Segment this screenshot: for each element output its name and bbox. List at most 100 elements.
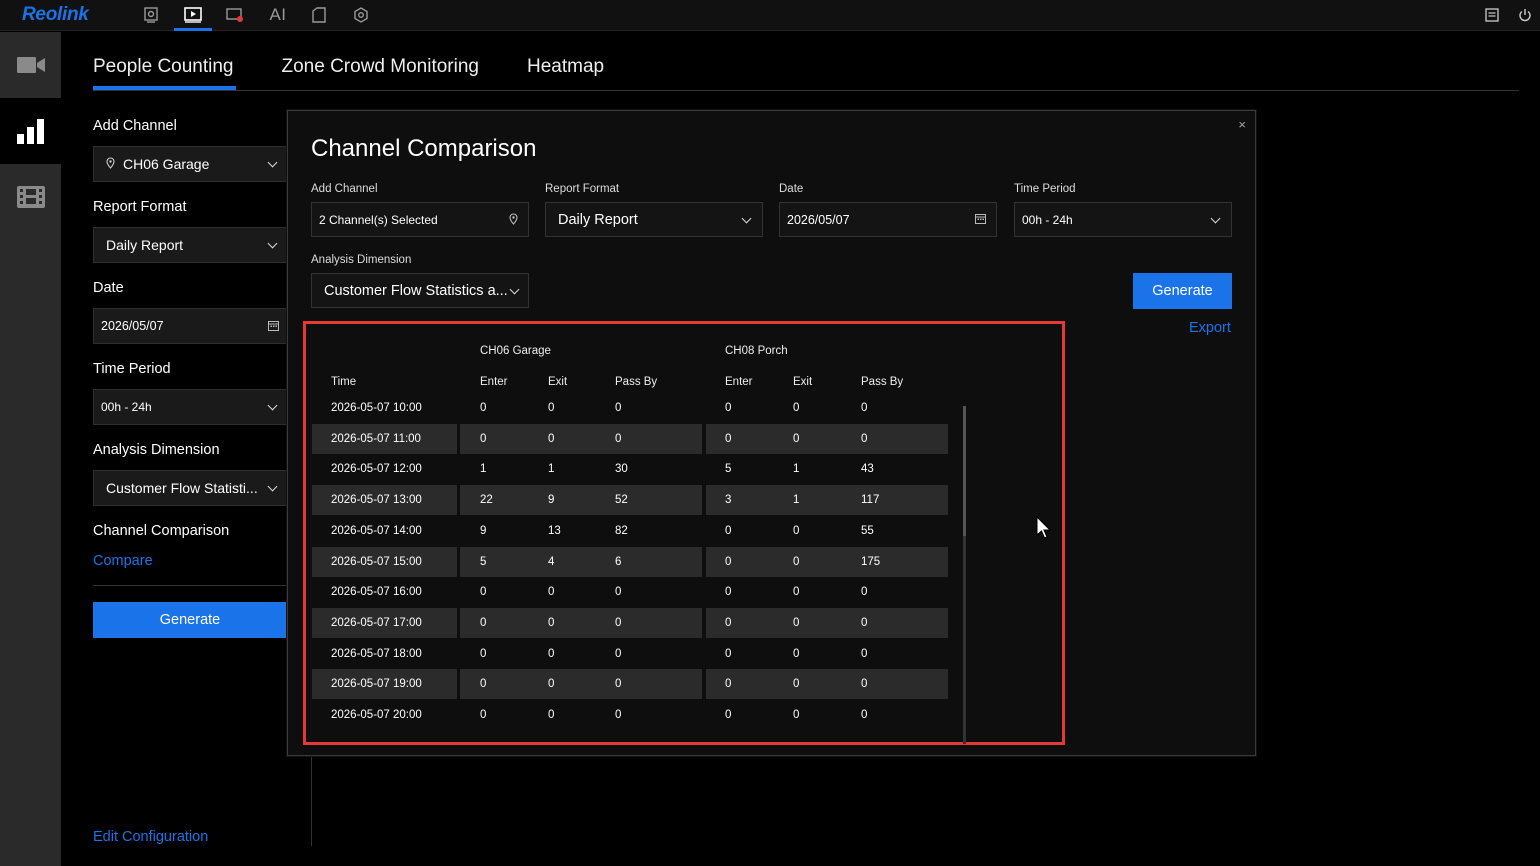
chevron-down-icon bbox=[267, 400, 278, 411]
cell-ch06-pass-by: 0 bbox=[615, 432, 622, 445]
cell-time: 2026-05-07 13:00 bbox=[331, 494, 422, 507]
tab-heatmap[interactable]: Heatmap bbox=[527, 56, 604, 88]
modal-add-channel-value: 2 Channel(s) Selected bbox=[319, 212, 438, 227]
cell-time: 2026-05-07 11:00 bbox=[331, 432, 421, 445]
time-period-select[interactable]: 00h - 24h bbox=[93, 389, 287, 425]
row-stripe bbox=[460, 669, 702, 700]
alarm-icon[interactable] bbox=[219, 4, 251, 26]
row-stripe bbox=[706, 485, 948, 516]
modal-add-channel-label: Add Channel bbox=[311, 183, 378, 195]
cell-ch06-enter: 0 bbox=[480, 709, 487, 721]
cell-ch08-pass-by: 175 bbox=[861, 555, 881, 568]
sidebar-divider bbox=[93, 585, 287, 586]
cell-time: 2026-05-07 19:00 bbox=[331, 678, 422, 691]
channel-comparison-label: Channel Comparison bbox=[93, 523, 230, 539]
cell-ch06-pass-by: 52 bbox=[615, 494, 628, 507]
analysis-dimension-select[interactable]: Customer Flow Statisti... bbox=[93, 470, 287, 506]
table-row: 2026-05-07 19:00 0 0 0 0 0 0 bbox=[312, 669, 952, 700]
cell-ch06-exit: 0 bbox=[548, 647, 555, 660]
compare-link[interactable]: Compare bbox=[93, 553, 153, 569]
camera-icon[interactable] bbox=[0, 32, 61, 98]
cell-ch06-enter: 22 bbox=[480, 494, 493, 507]
cell-ch06-enter: 1 bbox=[480, 463, 487, 476]
add-channel-label: Add Channel bbox=[93, 118, 177, 134]
mouse-cursor-icon bbox=[1036, 515, 1052, 545]
cell-time: 2026-05-07 20:00 bbox=[331, 709, 422, 721]
location-pin-icon bbox=[509, 213, 518, 228]
bar-chart-icon[interactable] bbox=[0, 98, 61, 164]
tab-people-counting[interactable]: People Counting bbox=[93, 56, 235, 90]
cell-ch06-exit: 0 bbox=[548, 616, 555, 629]
modal-generate-button[interactable]: Generate bbox=[1133, 273, 1232, 309]
table-row: 2026-05-07 15:00 5 4 6 0 0 175 bbox=[312, 546, 952, 577]
live-view-icon[interactable] bbox=[135, 4, 167, 26]
cell-ch08-pass-by: 117 bbox=[861, 494, 880, 507]
edit-configuration-link[interactable]: Edit Configuration bbox=[93, 829, 208, 845]
cell-ch08-enter: 0 bbox=[725, 432, 732, 445]
cell-ch06-exit: 0 bbox=[548, 432, 555, 445]
row-stripe bbox=[706, 423, 948, 454]
settings-icon[interactable] bbox=[345, 4, 377, 26]
cell-ch08-exit: 0 bbox=[793, 524, 800, 537]
modal-analysis-dimension-value: Customer Flow Statistics a... bbox=[324, 282, 508, 299]
cell-ch06-exit: 0 bbox=[548, 709, 555, 721]
cell-ch06-pass-by: 82 bbox=[615, 524, 628, 537]
col-header-pass-by: Pass By bbox=[861, 376, 904, 388]
cell-ch08-enter: 0 bbox=[725, 402, 732, 414]
group-header-ch08: CH08 Porch bbox=[725, 345, 788, 357]
row-stripe bbox=[706, 607, 948, 638]
chevron-down-icon bbox=[509, 284, 520, 295]
table-scrollbar[interactable] bbox=[963, 406, 966, 744]
cell-time: 2026-05-07 12:00 bbox=[331, 463, 422, 476]
table-row: 2026-05-07 13:00 22 9 52 3 1 117 bbox=[312, 485, 952, 516]
tab-zone-crowd-monitoring[interactable]: Zone Crowd Monitoring bbox=[282, 56, 479, 88]
modal-analysis-dimension-select[interactable]: Customer Flow Statistics a... bbox=[311, 273, 529, 308]
content-divider bbox=[311, 752, 312, 846]
cell-time: 2026-05-07 18:00 bbox=[331, 647, 422, 660]
modal-time-period-select[interactable]: 00h - 24h bbox=[1014, 202, 1232, 237]
top-bar: Reolink AI bbox=[0, 0, 1540, 31]
modal-report-format-select[interactable]: Daily Report bbox=[545, 202, 763, 237]
cell-ch06-enter: 0 bbox=[480, 678, 487, 691]
cell-ch08-pass-by: 0 bbox=[861, 586, 868, 599]
modal-add-channel-select[interactable]: 2 Channel(s) Selected bbox=[311, 202, 529, 237]
chevron-down-icon bbox=[741, 213, 752, 224]
cell-ch06-enter: 0 bbox=[480, 586, 487, 599]
row-stripe bbox=[460, 423, 702, 454]
playback-icon[interactable] bbox=[174, 4, 212, 31]
date-label: Date bbox=[93, 280, 124, 296]
cell-ch08-enter: 0 bbox=[725, 647, 732, 660]
scrollbar-thumb[interactable] bbox=[963, 406, 966, 536]
date-input[interactable]: 2026/05/07 bbox=[93, 308, 287, 344]
modal-date-value: 2026/05/07 bbox=[787, 212, 850, 227]
report-format-label: Report Format bbox=[93, 199, 187, 215]
cell-ch08-pass-by: 0 bbox=[861, 647, 868, 660]
modal-date-input[interactable]: 2026/05/07 bbox=[779, 202, 997, 237]
report-format-select[interactable]: Daily Report bbox=[93, 227, 287, 263]
close-icon[interactable]: × bbox=[1238, 117, 1246, 132]
generate-button[interactable]: Generate bbox=[93, 602, 287, 638]
cell-ch08-exit: 0 bbox=[793, 616, 800, 629]
col-header-enter: Enter bbox=[480, 376, 508, 388]
cell-time: 2026-05-07 14:00 bbox=[331, 524, 422, 537]
cell-ch06-exit: 0 bbox=[548, 402, 555, 414]
export-link[interactable]: Export bbox=[1189, 320, 1231, 336]
add-channel-select[interactable]: CH06 Garage bbox=[93, 146, 287, 182]
cell-ch06-pass-by: 6 bbox=[615, 555, 622, 568]
cell-ch08-exit: 0 bbox=[793, 586, 800, 599]
cell-ch06-exit: 0 bbox=[548, 678, 555, 691]
ai-label: AI bbox=[269, 5, 287, 24]
power-icon[interactable] bbox=[1515, 5, 1535, 25]
cell-time: 2026-05-07 17:00 bbox=[331, 616, 422, 629]
cell-ch06-pass-by: 0 bbox=[615, 616, 622, 629]
film-icon[interactable] bbox=[0, 164, 61, 230]
ai-icon[interactable]: AI bbox=[262, 4, 294, 26]
cell-ch06-exit: 9 bbox=[548, 494, 555, 507]
cell-ch08-pass-by: 0 bbox=[861, 432, 868, 445]
file-icon[interactable] bbox=[303, 4, 335, 26]
table-row: 2026-05-07 16:00 0 0 0 0 0 0 bbox=[312, 577, 952, 607]
cell-ch08-pass-by: 55 bbox=[861, 524, 874, 537]
analysis-dimension-value: Customer Flow Statisti... bbox=[106, 480, 258, 496]
message-icon[interactable] bbox=[1482, 5, 1502, 25]
modal-time-period-value: 00h - 24h bbox=[1022, 212, 1073, 227]
